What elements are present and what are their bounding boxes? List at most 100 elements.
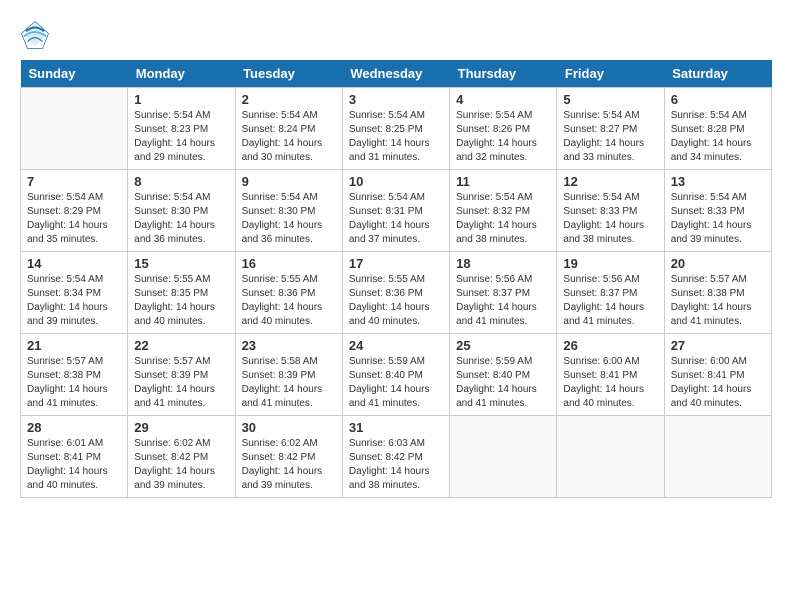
calendar-cell: 10Sunrise: 5:54 AM Sunset: 8:31 PM Dayli…: [342, 170, 449, 252]
day-number: 8: [134, 174, 228, 189]
calendar-cell: [21, 88, 128, 170]
day-info: Sunrise: 5:57 AM Sunset: 8:39 PM Dayligh…: [134, 355, 228, 411]
calendar-cell: 14 Sunrise: 5:54 AM Sunset: 8:34 PM Dayli…: [21, 252, 128, 334]
day-number: 25: [456, 338, 550, 353]
day-info: Sunrise: 6:02 AM Sunset: 8:42 PM Dayligh…: [242, 437, 336, 493]
header-thursday: Thursday: [450, 60, 557, 88]
day-info: Sunrise: 5:57 AM Sunset: 8:38 PM Dayligh…: [27, 355, 121, 411]
calendar-cell: 26Sunrise: 6:00 AM Sunset: 8:41 PM Dayli…: [557, 334, 664, 416]
calendar-cell: 4 Sunrise: 5:54 AM Sunset: 8:26 PM Daylig…: [450, 88, 557, 170]
day-info: Sunrise: 5:54 AM Sunset: 8:28 PM Dayligh…: [671, 109, 765, 165]
day-number: 5: [563, 92, 657, 107]
day-info: Sunrise: 5:57 AM Sunset: 8:38 PM Dayligh…: [671, 273, 765, 329]
day-info: Sunrise: 5:54 AM Sunset: 8:25 PM Dayligh…: [349, 109, 443, 165]
logo: [20, 20, 54, 50]
page-header: [20, 20, 772, 50]
day-number: 31: [349, 420, 443, 435]
day-info: Sunrise: 5:58 AM Sunset: 8:39 PM Dayligh…: [242, 355, 336, 411]
calendar-cell: 11 Sunrise: 5:54 AM Sunset: 8:32 PM Dayli…: [450, 170, 557, 252]
day-info: Sunrise: 5:59 AM Sunset: 8:40 PM Dayligh…: [349, 355, 443, 411]
day-info: Sunrise: 5:54 AM Sunset: 8:26 PM Dayligh…: [456, 109, 550, 165]
day-number: 23: [242, 338, 336, 353]
calendar-cell: 3 Sunrise: 5:54 AM Sunset: 8:25 PM Daylig…: [342, 88, 449, 170]
day-number: 16: [242, 256, 336, 271]
day-info: Sunrise: 6:03 AM Sunset: 8:42 PM Dayligh…: [349, 437, 443, 493]
day-number: 15: [134, 256, 228, 271]
calendar-cell: 7Sunrise: 5:54 AM Sunset: 8:29 PM Daylig…: [21, 170, 128, 252]
calendar-cell: 1Sunrise: 5:54 AM Sunset: 8:23 PM Daylig…: [128, 88, 235, 170]
day-number: 30: [242, 420, 336, 435]
calendar-cell: 30 Sunrise: 6:02 AM Sunset: 8:42 PM Dayli…: [235, 416, 342, 498]
calendar-cell: 24 Sunrise: 5:59 AM Sunset: 8:40 PM Dayli…: [342, 334, 449, 416]
calendar-cell: 9 Sunrise: 5:54 AM Sunset: 8:30 PM Daylig…: [235, 170, 342, 252]
day-info: Sunrise: 5:54 AM Sunset: 8:33 PM Dayligh…: [671, 191, 765, 247]
day-number: 2: [242, 92, 336, 107]
header-saturday: Saturday: [664, 60, 771, 88]
day-number: 3: [349, 92, 443, 107]
day-info: Sunrise: 5:56 AM Sunset: 8:37 PM Dayligh…: [563, 273, 657, 329]
day-info: Sunrise: 5:54 AM Sunset: 8:24 PM Dayligh…: [242, 109, 336, 165]
calendar-cell: 28Sunrise: 6:01 AM Sunset: 8:41 PM Dayli…: [21, 416, 128, 498]
calendar-header-row: SundayMondayTuesdayWednesdayThursdayFrid…: [21, 60, 772, 88]
day-number: 13: [671, 174, 765, 189]
day-number: 9: [242, 174, 336, 189]
calendar-cell: 22Sunrise: 5:57 AM Sunset: 8:39 PM Dayli…: [128, 334, 235, 416]
calendar-cell: 15 Sunrise: 5:55 AM Sunset: 8:35 PM Dayli…: [128, 252, 235, 334]
calendar-cell: 29 Sunrise: 6:02 AM Sunset: 8:42 PM Dayli…: [128, 416, 235, 498]
day-number: 14: [27, 256, 121, 271]
calendar-cell: 6 Sunrise: 5:54 AM Sunset: 8:28 PM Daylig…: [664, 88, 771, 170]
day-number: 7: [27, 174, 121, 189]
calendar-cell: 12Sunrise: 5:54 AM Sunset: 8:33 PM Dayli…: [557, 170, 664, 252]
day-number: 20: [671, 256, 765, 271]
day-info: Sunrise: 5:54 AM Sunset: 8:30 PM Dayligh…: [134, 191, 228, 247]
day-info: Sunrise: 5:56 AM Sunset: 8:37 PM Dayligh…: [456, 273, 550, 329]
day-number: 19: [563, 256, 657, 271]
calendar-week-row: 1Sunrise: 5:54 AM Sunset: 8:23 PM Daylig…: [21, 88, 772, 170]
day-info: Sunrise: 5:54 AM Sunset: 8:31 PM Dayligh…: [349, 191, 443, 247]
header-sunday: Sunday: [21, 60, 128, 88]
logo-icon: [20, 20, 50, 50]
calendar-week-row: 21 Sunrise: 5:57 AM Sunset: 8:38 PM Dayli…: [21, 334, 772, 416]
calendar-cell: 5 Sunrise: 5:54 AM Sunset: 8:27 PM Daylig…: [557, 88, 664, 170]
day-number: 29: [134, 420, 228, 435]
day-number: 1: [134, 92, 228, 107]
day-info: Sunrise: 6:02 AM Sunset: 8:42 PM Dayligh…: [134, 437, 228, 493]
day-info: Sunrise: 5:54 AM Sunset: 8:32 PM Dayligh…: [456, 191, 550, 247]
day-info: Sunrise: 6:01 AM Sunset: 8:41 PM Dayligh…: [27, 437, 121, 493]
header-friday: Friday: [557, 60, 664, 88]
day-info: Sunrise: 5:54 AM Sunset: 8:34 PM Dayligh…: [27, 273, 121, 329]
calendar-cell: 25 Sunrise: 5:59 AM Sunset: 8:40 PM Dayli…: [450, 334, 557, 416]
day-number: 21: [27, 338, 121, 353]
day-info: Sunrise: 6:00 AM Sunset: 8:41 PM Dayligh…: [563, 355, 657, 411]
calendar-week-row: 28Sunrise: 6:01 AM Sunset: 8:41 PM Dayli…: [21, 416, 772, 498]
header-monday: Monday: [128, 60, 235, 88]
day-info: Sunrise: 5:54 AM Sunset: 8:33 PM Dayligh…: [563, 191, 657, 247]
day-number: 6: [671, 92, 765, 107]
day-number: 27: [671, 338, 765, 353]
calendar-cell: 16 Sunrise: 5:55 AM Sunset: 8:36 PM Dayli…: [235, 252, 342, 334]
calendar-table: SundayMondayTuesdayWednesdayThursdayFrid…: [20, 60, 772, 498]
calendar-cell: 18Sunrise: 5:56 AM Sunset: 8:37 PM Dayli…: [450, 252, 557, 334]
calendar-week-row: 7Sunrise: 5:54 AM Sunset: 8:29 PM Daylig…: [21, 170, 772, 252]
calendar-cell: 2 Sunrise: 5:54 AM Sunset: 8:24 PM Daylig…: [235, 88, 342, 170]
day-number: 11: [456, 174, 550, 189]
calendar-cell: [450, 416, 557, 498]
calendar-cell: 23 Sunrise: 5:58 AM Sunset: 8:39 PM Dayli…: [235, 334, 342, 416]
calendar-cell: 8 Sunrise: 5:54 AM Sunset: 8:30 PM Daylig…: [128, 170, 235, 252]
day-info: Sunrise: 5:54 AM Sunset: 8:30 PM Dayligh…: [242, 191, 336, 247]
day-info: Sunrise: 5:55 AM Sunset: 8:36 PM Dayligh…: [349, 273, 443, 329]
calendar-cell: [664, 416, 771, 498]
calendar-cell: [557, 416, 664, 498]
day-info: Sunrise: 5:55 AM Sunset: 8:35 PM Dayligh…: [134, 273, 228, 329]
day-number: 4: [456, 92, 550, 107]
calendar-cell: 20 Sunrise: 5:57 AM Sunset: 8:38 PM Dayli…: [664, 252, 771, 334]
day-number: 24: [349, 338, 443, 353]
day-info: Sunrise: 5:54 AM Sunset: 8:27 PM Dayligh…: [563, 109, 657, 165]
day-info: Sunrise: 5:59 AM Sunset: 8:40 PM Dayligh…: [456, 355, 550, 411]
calendar-cell: 13 Sunrise: 5:54 AM Sunset: 8:33 PM Dayli…: [664, 170, 771, 252]
day-info: Sunrise: 6:00 AM Sunset: 8:41 PM Dayligh…: [671, 355, 765, 411]
header-wednesday: Wednesday: [342, 60, 449, 88]
day-info: Sunrise: 5:55 AM Sunset: 8:36 PM Dayligh…: [242, 273, 336, 329]
header-tuesday: Tuesday: [235, 60, 342, 88]
calendar-cell: 19 Sunrise: 5:56 AM Sunset: 8:37 PM Dayli…: [557, 252, 664, 334]
